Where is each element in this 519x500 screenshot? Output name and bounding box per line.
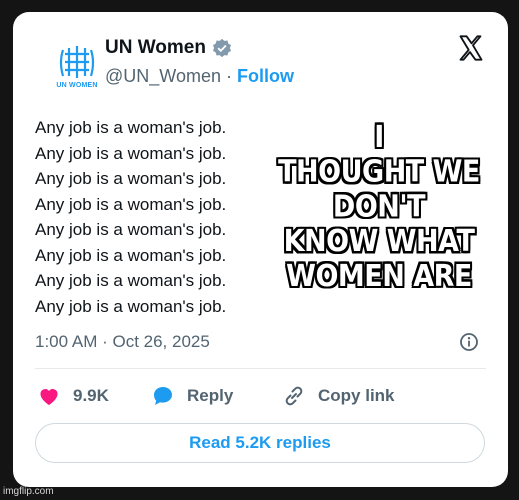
meme-caption: I THOUGHT WE DON'T KNOW WHAT WOMEN ARE: [275, 120, 483, 294]
account-handle[interactable]: @UN_Women: [105, 66, 221, 87]
tweet-timestamp[interactable]: 1:00 AM · Oct 26, 2025: [35, 332, 210, 352]
like-button[interactable]: 9.9K: [37, 384, 109, 408]
tweet-line: Any job is a woman's job.: [35, 194, 227, 214]
tweet-line: Any job is a woman's job.: [35, 296, 227, 316]
like-count: 9.9K: [73, 386, 109, 405]
meme-caption-line: WOMEN ARE: [286, 258, 472, 294]
info-icon[interactable]: [459, 332, 479, 352]
reply-bubble-icon: [154, 387, 172, 405]
un-women-logo-icon[interactable]: UN WOMEN: [49, 42, 105, 94]
account-name[interactable]: UN Women: [105, 37, 206, 59]
meme-caption-line: KNOW WHAT: [283, 224, 475, 259]
tweet-line: Any job is a woman's job.: [35, 169, 227, 188]
action-bar: 9.9K Reply Copy link: [37, 384, 477, 410]
tweet-line: Any job is a woman's job.: [35, 220, 227, 239]
reply-button[interactable]: Reply: [151, 384, 233, 408]
meme-caption-line: DON'T: [332, 189, 426, 225]
copy-link-button[interactable]: Copy link: [282, 384, 395, 408]
copy-link-label: Copy link: [318, 386, 395, 405]
imgflip-watermark: imgflip.com: [3, 486, 54, 497]
follow-button[interactable]: Follow: [237, 66, 294, 87]
tweet-card: UN WOMEN UN Women @UN_Women · Follow Any…: [13, 12, 508, 487]
account-name-line: UN Women: [105, 37, 232, 59]
x-logo-icon[interactable]: [457, 34, 485, 62]
meme-caption-line: THOUGHT WE: [278, 154, 480, 190]
tweet-body: Any job is a woman's job. Any job is a w…: [35, 115, 275, 319]
tweet-header: UN WOMEN UN Women @UN_Women · Follow: [13, 12, 508, 112]
heart-icon: [40, 389, 58, 405]
handle-line: @UN_Women · Follow: [105, 66, 294, 87]
verified-badge-icon: [212, 38, 231, 58]
logo-text: UN WOMEN: [56, 82, 98, 89]
read-replies-button[interactable]: Read 5.2K replies: [35, 423, 485, 463]
meme-caption-line: I: [374, 120, 384, 155]
tweet-line: Any job is a woman's job.: [35, 118, 227, 137]
divider: [35, 368, 486, 369]
tweet-line: Any job is a woman's job.: [35, 271, 227, 290]
tweet-line: Any job is a woman's job.: [35, 143, 227, 163]
tweet-line: Any job is a woman's job.: [35, 245, 227, 265]
reply-label: Reply: [187, 386, 234, 405]
link-icon: [285, 386, 303, 406]
separator-dot: ·: [225, 66, 232, 86]
